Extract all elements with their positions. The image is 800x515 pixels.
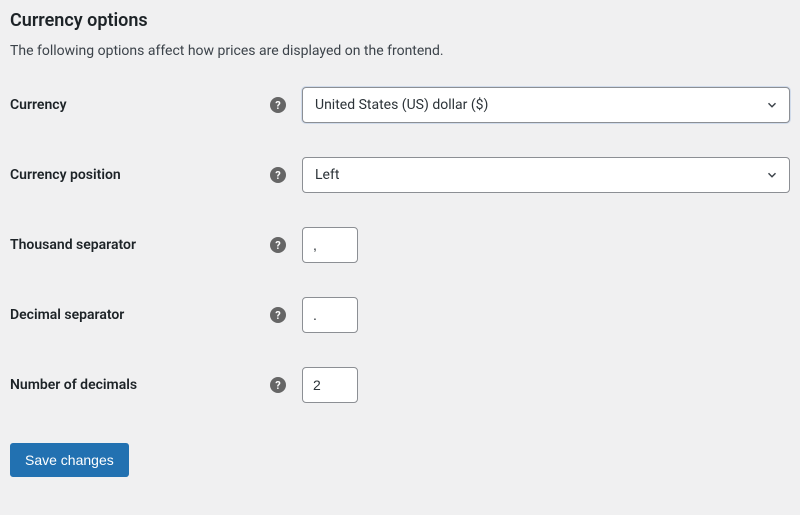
decimal-separator-input[interactable] bbox=[302, 297, 358, 333]
section-heading: Currency options bbox=[10, 10, 790, 31]
help-icon[interactable]: ? bbox=[270, 377, 286, 393]
thousand-separator-label: Thousand separator bbox=[10, 237, 270, 253]
currency-select-value: United States (US) dollar ($) bbox=[315, 97, 488, 113]
help-icon[interactable]: ? bbox=[270, 167, 286, 183]
number-of-decimals-label: Number of decimals bbox=[10, 377, 270, 393]
section-description: The following options affect how prices … bbox=[10, 43, 790, 59]
currency-select[interactable]: United States (US) dollar ($) bbox=[302, 87, 790, 123]
currency-position-select-value: Left bbox=[315, 167, 339, 183]
chevron-down-icon bbox=[765, 168, 779, 182]
currency-position-select[interactable]: Left bbox=[302, 157, 790, 193]
currency-position-label: Currency position bbox=[10, 167, 270, 183]
chevron-down-icon bbox=[765, 98, 779, 112]
save-changes-button[interactable]: Save changes bbox=[10, 443, 129, 477]
thousand-separator-input[interactable] bbox=[302, 227, 358, 263]
help-icon[interactable]: ? bbox=[270, 237, 286, 253]
number-of-decimals-input[interactable] bbox=[302, 367, 358, 403]
help-icon[interactable]: ? bbox=[270, 97, 286, 113]
currency-label: Currency bbox=[10, 97, 270, 113]
decimal-separator-label: Decimal separator bbox=[10, 307, 270, 323]
help-icon[interactable]: ? bbox=[270, 307, 286, 323]
